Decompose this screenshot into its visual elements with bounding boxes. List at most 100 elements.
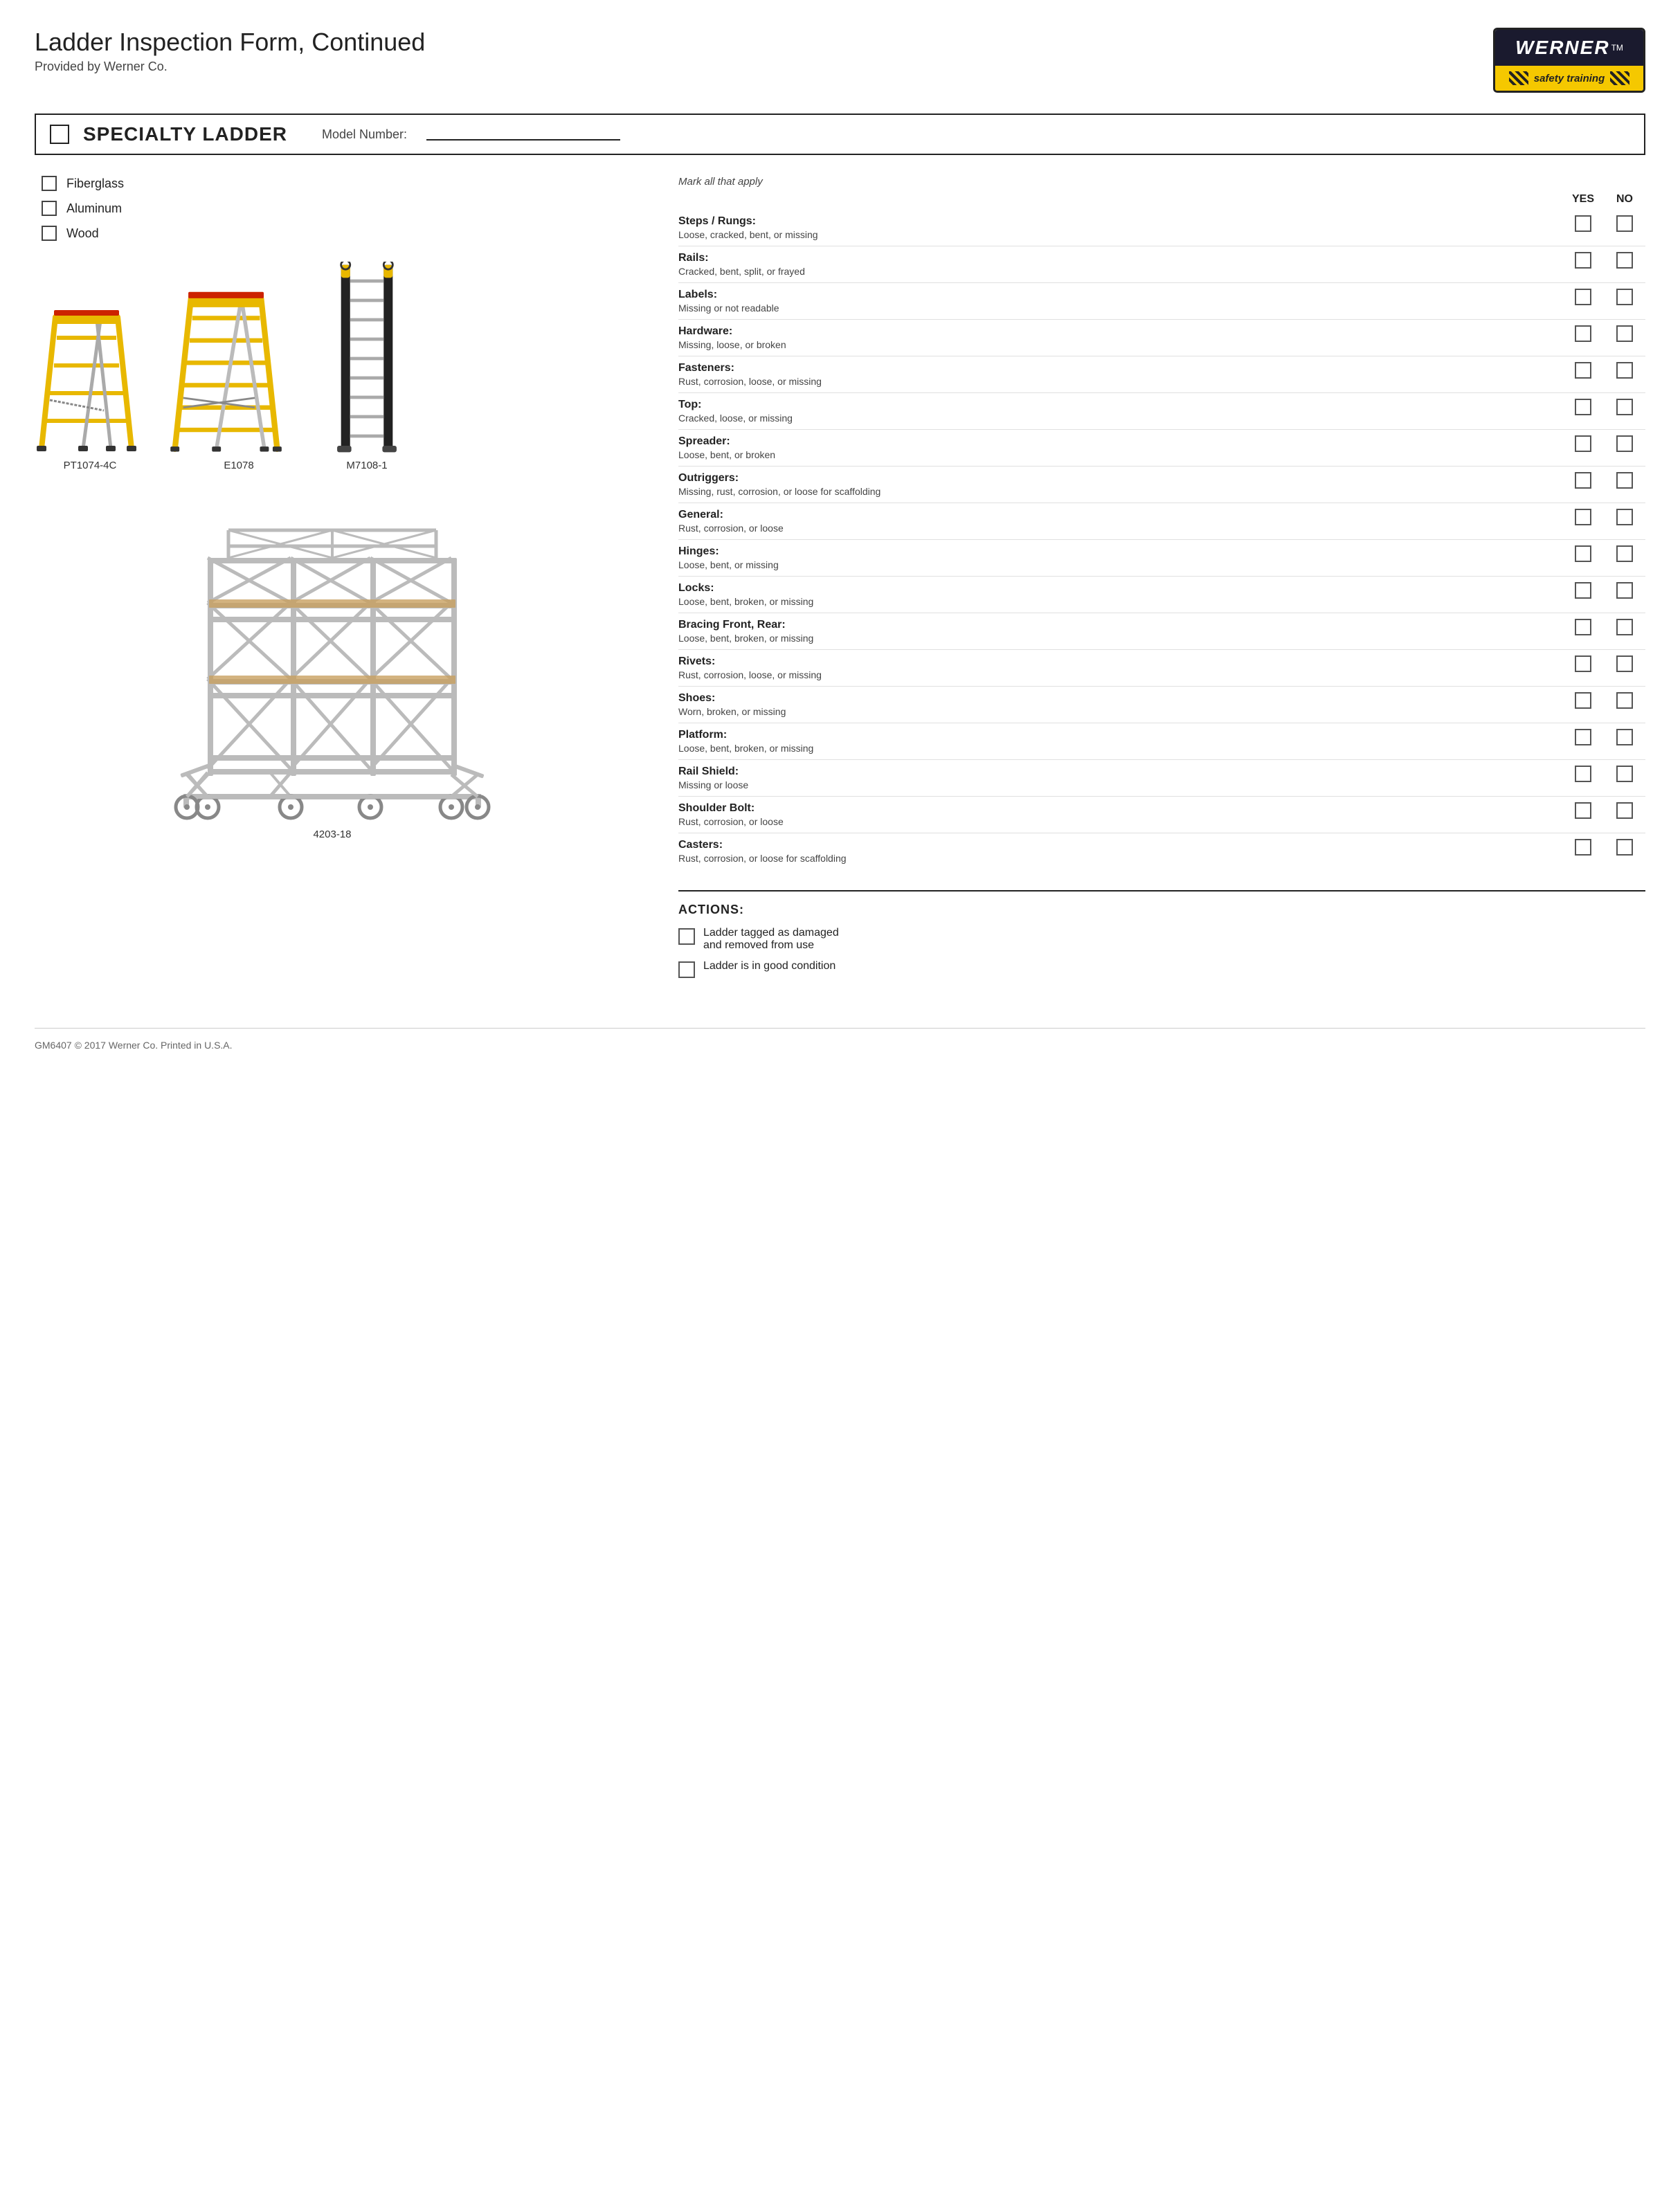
no-box-4	[1604, 362, 1645, 379]
yes-checkbox-14[interactable]	[1575, 729, 1591, 745]
no-box-15	[1604, 766, 1645, 782]
ladder-pt1074-caption: PT1074-4C	[64, 460, 117, 471]
item-checkboxes-4	[1562, 362, 1645, 379]
no-box-1	[1604, 252, 1645, 269]
item-desc-11: Loose, bent, broken, or missing	[678, 633, 1548, 644]
no-checkbox-3[interactable]	[1616, 325, 1633, 342]
no-checkbox-15[interactable]	[1616, 766, 1633, 782]
yes-box-5	[1562, 399, 1604, 415]
yes-box-9	[1562, 545, 1604, 562]
no-checkbox-17[interactable]	[1616, 839, 1633, 856]
yes-checkbox-7[interactable]	[1575, 472, 1591, 489]
no-checkbox-7[interactable]	[1616, 472, 1633, 489]
no-box-14	[1604, 729, 1645, 745]
item-text-5: Top: Cracked, loose, or missing	[678, 399, 1562, 424]
no-box-7	[1604, 472, 1645, 489]
yes-checkbox-13[interactable]	[1575, 692, 1591, 709]
item-label-11: Bracing Front, Rear:	[678, 619, 1548, 631]
no-box-11	[1604, 619, 1645, 635]
no-checkbox-2[interactable]	[1616, 289, 1633, 305]
inspection-item: Shoes: Worn, broken, or missing	[678, 687, 1645, 723]
fiberglass-checkbox[interactable]	[42, 176, 57, 191]
no-checkbox-5[interactable]	[1616, 399, 1633, 415]
item-desc-8: Rust, corrosion, or loose	[678, 523, 1548, 534]
werner-tagline: safety training	[1534, 73, 1605, 84]
yes-box-13	[1562, 692, 1604, 709]
no-box-17	[1604, 839, 1645, 856]
action-good-checkbox[interactable]	[678, 961, 695, 978]
no-checkbox-16[interactable]	[1616, 802, 1633, 819]
item-text-0: Steps / Rungs: Loose, cracked, bent, or …	[678, 215, 1562, 240]
yes-box-14	[1562, 729, 1604, 745]
no-checkbox-11[interactable]	[1616, 619, 1633, 635]
yes-checkbox-3[interactable]	[1575, 325, 1591, 342]
no-checkbox-10[interactable]	[1616, 582, 1633, 599]
material-options: Fiberglass Aluminum Wood	[42, 176, 630, 241]
no-checkbox-0[interactable]	[1616, 215, 1633, 232]
action-damaged-checkbox[interactable]	[678, 928, 695, 945]
no-checkbox-13[interactable]	[1616, 692, 1633, 709]
aluminum-checkbox[interactable]	[42, 201, 57, 216]
inspection-item: Rails: Cracked, bent, split, or frayed	[678, 246, 1645, 283]
inspection-item: Fasteners: Rust, corrosion, loose, or mi…	[678, 356, 1645, 393]
yes-no-header: YES NO	[678, 193, 1645, 206]
scaffold-caption: 4203-18	[313, 829, 351, 840]
fiberglass-label: Fiberglass	[66, 177, 124, 191]
item-checkboxes-13	[1562, 692, 1645, 709]
item-label-3: Hardware:	[678, 325, 1548, 338]
yes-checkbox-16[interactable]	[1575, 802, 1591, 819]
mark-all-label: Mark all that apply	[678, 176, 1645, 188]
item-checkboxes-15	[1562, 766, 1645, 782]
yes-checkbox-10[interactable]	[1575, 582, 1591, 599]
item-desc-6: Loose, bent, or broken	[678, 449, 1548, 460]
inspection-item: Hardware: Missing, loose, or broken	[678, 320, 1645, 356]
no-checkbox-14[interactable]	[1616, 729, 1633, 745]
no-checkbox-4[interactable]	[1616, 362, 1633, 379]
no-box-9	[1604, 545, 1645, 562]
ladder-e1078: E1078	[166, 289, 311, 471]
ladder-e1078-image	[166, 289, 311, 455]
yes-checkbox-11[interactable]	[1575, 619, 1591, 635]
no-checkbox-1[interactable]	[1616, 252, 1633, 269]
yes-checkbox-15[interactable]	[1575, 766, 1591, 782]
item-text-11: Bracing Front, Rear: Loose, bent, broken…	[678, 619, 1562, 644]
item-desc-16: Rust, corrosion, or loose	[678, 816, 1548, 827]
item-desc-9: Loose, bent, or missing	[678, 559, 1548, 570]
yes-checkbox-1[interactable]	[1575, 252, 1591, 269]
no-checkbox-8[interactable]	[1616, 509, 1633, 525]
item-checkboxes-3	[1562, 325, 1645, 342]
yes-box-11	[1562, 619, 1604, 635]
item-text-6: Spreader: Loose, bent, or broken	[678, 435, 1562, 460]
no-checkbox-6[interactable]	[1616, 435, 1633, 452]
werner-logo-bottom: safety training	[1495, 66, 1643, 91]
item-desc-14: Loose, bent, broken, or missing	[678, 743, 1548, 754]
yes-checkbox-0[interactable]	[1575, 215, 1591, 232]
no-box-6	[1604, 435, 1645, 452]
yes-checkbox-5[interactable]	[1575, 399, 1591, 415]
item-label-16: Shoulder Bolt:	[678, 802, 1548, 815]
item-checkboxes-0	[1562, 215, 1645, 232]
item-desc-15: Missing or loose	[678, 779, 1548, 790]
item-checkboxes-16	[1562, 802, 1645, 819]
inspection-item: Shoulder Bolt: Rust, corrosion, or loose	[678, 797, 1645, 833]
yes-checkbox-4[interactable]	[1575, 362, 1591, 379]
yes-checkbox-17[interactable]	[1575, 839, 1591, 856]
yes-box-1	[1562, 252, 1604, 269]
section-checkbox[interactable]	[50, 125, 69, 144]
no-box-16	[1604, 802, 1645, 819]
page-footer: GM6407 © 2017 Werner Co. Printed in U.S.…	[35, 1028, 1645, 1051]
wood-checkbox[interactable]	[42, 226, 57, 241]
page-header: Ladder Inspection Form, Continued Provid…	[35, 28, 1645, 93]
item-label-0: Steps / Rungs:	[678, 215, 1548, 228]
item-checkboxes-7	[1562, 472, 1645, 489]
yes-checkbox-9[interactable]	[1575, 545, 1591, 562]
item-desc-3: Missing, loose, or broken	[678, 339, 1548, 350]
yes-checkbox-2[interactable]	[1575, 289, 1591, 305]
ladder-pt1074: PT1074-4C	[35, 303, 145, 471]
no-checkbox-12[interactable]	[1616, 655, 1633, 672]
yes-checkbox-12[interactable]	[1575, 655, 1591, 672]
no-checkbox-9[interactable]	[1616, 545, 1633, 562]
no-box-5	[1604, 399, 1645, 415]
yes-checkbox-8[interactable]	[1575, 509, 1591, 525]
yes-checkbox-6[interactable]	[1575, 435, 1591, 452]
